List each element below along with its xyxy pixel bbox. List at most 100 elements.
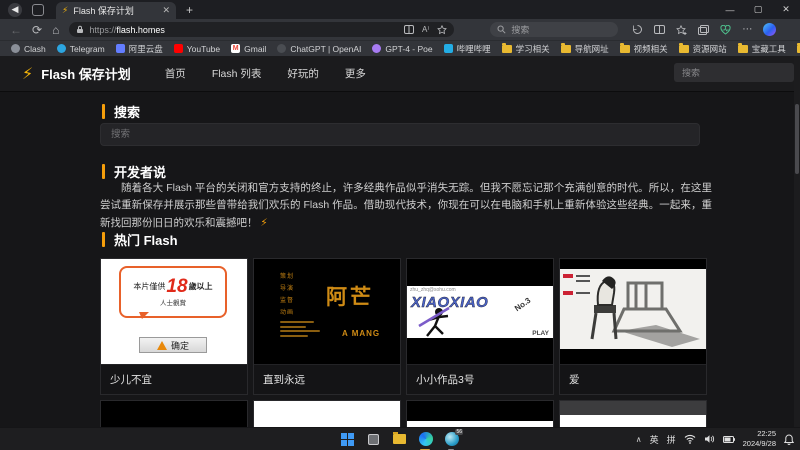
close-button[interactable]: ✕ xyxy=(772,0,800,19)
chatgpt-favicon xyxy=(277,44,287,53)
bookmark-folder-tools[interactable]: 宝藏工具 xyxy=(737,42,786,55)
bookmark-folder-nav[interactable]: 导航网址 xyxy=(560,42,609,55)
bookmark-aliyundrive[interactable]: 阿里云盘 xyxy=(115,43,163,55)
back-icon[interactable]: ← xyxy=(10,23,22,37)
ime-mode-indicator[interactable]: 拼 xyxy=(667,433,676,446)
address-bar[interactable]: https://flash.homes A⁾ xyxy=(69,22,455,37)
confirm-button: 确定 xyxy=(139,337,207,353)
ime-language-indicator[interactable]: 英 xyxy=(650,433,659,446)
flash-card[interactable]: zhu_zhq@sohu.com XIAOXIAO No.3 PLAY 小小作品… xyxy=(406,258,554,395)
task-view-button[interactable] xyxy=(366,432,381,447)
bookmark-folder-video[interactable]: 视频相关 xyxy=(619,42,668,55)
copilot-icon[interactable] xyxy=(763,23,777,36)
file-explorer-button[interactable] xyxy=(392,432,407,447)
love-illustration xyxy=(560,269,706,349)
no3-text: No.3 xyxy=(512,295,533,314)
accent-bar xyxy=(102,232,105,247)
bookmark-folder-resource[interactable]: 资源网站 xyxy=(678,42,727,55)
dev-section-title: 开发者说 xyxy=(114,165,167,180)
favorite-star-icon[interactable] xyxy=(437,24,448,35)
bookmarks-bar: Clash Telegram 阿里云盘 YouTube M Gmail ChatG… xyxy=(0,40,800,56)
split-screen-icon[interactable] xyxy=(404,25,414,34)
bolt-emoji: ⚡ xyxy=(260,216,268,229)
browser-workspaces-icon[interactable]: ◀ xyxy=(8,2,22,17)
aliyundrive-favicon xyxy=(115,44,125,53)
flash-card[interactable]: 爱 xyxy=(559,258,707,395)
hot-flash-grid-row2: MX xyxy=(100,400,710,427)
read-aloud-icon[interactable]: A⁾ xyxy=(422,25,429,34)
flash-card[interactable] xyxy=(559,400,707,427)
minimize-button[interactable]: — xyxy=(716,0,744,19)
flash-thumbnail: zhu_zhq@sohu.com XIAOXIAO No.3 PLAY xyxy=(407,259,553,364)
browser-essentials-icon[interactable] xyxy=(720,24,731,35)
folder-icon xyxy=(678,42,689,53)
refresh-icon[interactable]: ⟳ xyxy=(32,23,42,37)
toolbar-search-box[interactable]: 搜索 xyxy=(490,22,619,37)
bookmark-telegram[interactable]: Telegram xyxy=(56,44,105,54)
split-view-icon[interactable] xyxy=(654,25,666,34)
browser-toolbar: ← ⟳ ⌂ https://flash.homes A⁾ 搜索 ⋯ xyxy=(0,19,800,40)
collections-icon[interactable] xyxy=(698,24,710,35)
home-icon[interactable]: ⌂ xyxy=(52,23,59,37)
bookmark-youtube[interactable]: YouTube xyxy=(173,44,220,54)
search-icon xyxy=(497,25,506,34)
bookmark-clash[interactable]: Clash xyxy=(11,44,46,54)
bookmark-poe[interactable]: GPT-4 - Poe xyxy=(372,44,433,54)
speaker-icon[interactable] xyxy=(704,434,715,444)
bookmark-bilibili[interactable]: 哔哩哔哩 xyxy=(443,43,491,55)
taskbar-clock[interactable]: 22:25 2024/9/28 xyxy=(743,429,776,449)
start-button[interactable] xyxy=(340,432,355,447)
new-tab-button[interactable]: + xyxy=(186,3,193,17)
wifi-icon[interactable] xyxy=(684,434,696,444)
nav-home[interactable]: 首页 xyxy=(165,66,186,81)
gray-text-mark xyxy=(576,275,590,277)
settings-more-icon[interactable]: ⋯ xyxy=(742,24,752,35)
flash-title: 少儿不宜 xyxy=(101,364,247,394)
nav-fun[interactable]: 好玩的 xyxy=(287,66,319,81)
taskbar-time: 22:25 xyxy=(757,429,776,439)
flash-card[interactable]: MX xyxy=(253,400,401,427)
tab-title: Flash 保存计划 xyxy=(73,6,134,16)
site-header-search-input[interactable] xyxy=(674,63,794,82)
nav-more[interactable]: 更多 xyxy=(345,66,366,81)
bookmark-chatgpt[interactable]: ChatGPT | OpenAI xyxy=(277,44,361,54)
flash-card[interactable] xyxy=(406,400,554,427)
credits-column: 策划 导演 监督 动画 xyxy=(280,274,295,316)
browser-tab[interactable]: ⚡ Flash 保存计划 ✕ xyxy=(56,2,176,19)
bilibili-favicon xyxy=(443,44,453,53)
hidden-icons-chevron[interactable]: ∧ xyxy=(636,435,642,444)
folder-icon xyxy=(737,42,748,53)
favorites-bar-icon[interactable] xyxy=(676,24,687,35)
edge-taskbar-button[interactable] xyxy=(418,432,433,450)
bookmark-folder-study[interactable]: 学习相关 xyxy=(501,42,550,55)
app-badge: 56 xyxy=(455,428,463,435)
accent-bar xyxy=(102,104,105,119)
site-search-input[interactable] xyxy=(100,123,700,146)
page-scrollbar[interactable] xyxy=(794,56,800,427)
tab-close-icon[interactable]: ✕ xyxy=(162,5,170,16)
flash-card[interactable]: 本片僅供 18 歲以上 人士觀賞 确定 少儿不宜 xyxy=(100,258,248,395)
history-icon[interactable] xyxy=(632,24,643,35)
bookmark-gmail[interactable]: M Gmail xyxy=(231,44,266,54)
stick-figure-icon xyxy=(418,306,450,337)
notification-bell-icon[interactable] xyxy=(784,433,794,445)
pinned-app-button[interactable]: 56 xyxy=(444,428,463,450)
age-warning-bubble: 本片僅供 18 歲以上 人士觀賞 xyxy=(119,266,227,319)
battery-icon[interactable] xyxy=(722,435,735,444)
flash-card[interactable] xyxy=(100,400,248,427)
credit-lines xyxy=(280,321,320,337)
search-section-heading: 搜索 xyxy=(102,102,140,121)
site-brand[interactable]: Flash 保存计划 xyxy=(41,64,131,83)
nav-flash-list[interactable]: Flash 列表 xyxy=(212,66,262,81)
flash-card[interactable]: 策划 导演 监督 动画 阿芒 A MANG 直到永远 xyxy=(253,258,401,395)
flash-thumbnail: 本片僅供 18 歲以上 人士觀賞 确定 xyxy=(101,259,247,364)
flash-title: 直到永远 xyxy=(254,364,400,394)
youtube-favicon xyxy=(173,44,183,53)
tab-actions-icon[interactable] xyxy=(32,3,44,16)
red-text-mark xyxy=(563,291,573,295)
scrollbar-thumb[interactable] xyxy=(795,104,799,174)
url-text: https://flash.homes xyxy=(89,24,165,35)
folder-icon xyxy=(619,42,630,53)
maximize-button[interactable]: ▢ xyxy=(744,0,772,19)
play-text: PLAY xyxy=(532,330,549,337)
